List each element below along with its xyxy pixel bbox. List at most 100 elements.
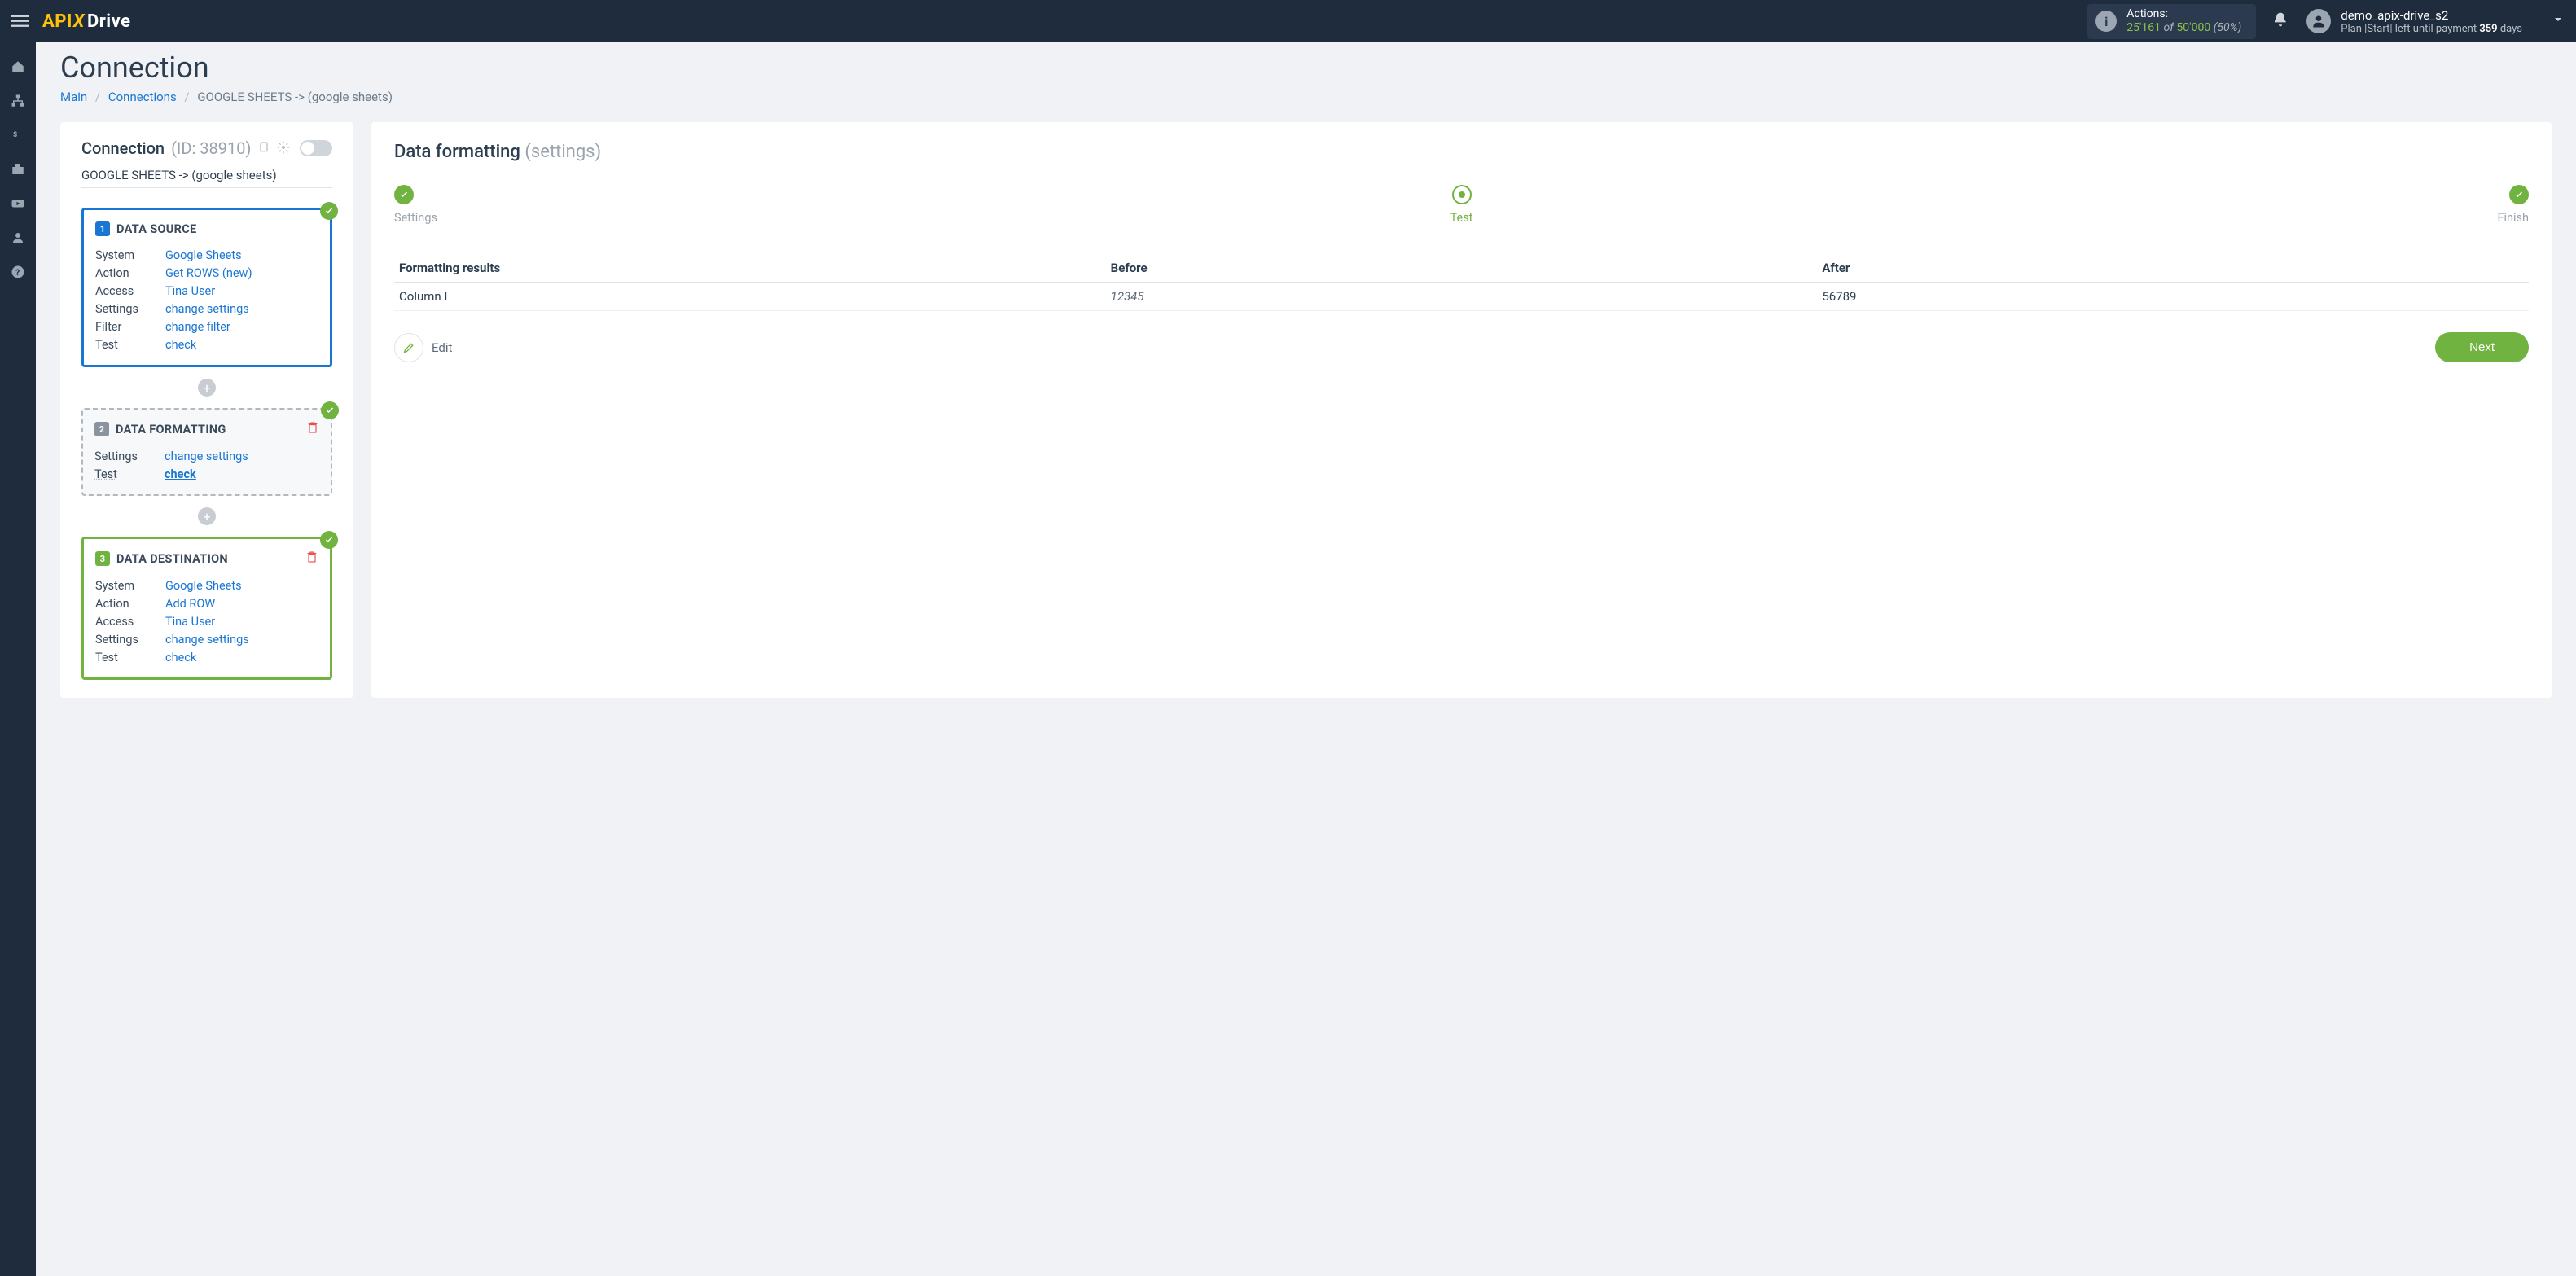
card-row: Testcheck xyxy=(95,648,318,666)
data-formatting-card: 2 DATA FORMATTING Settingschange setting… xyxy=(81,408,332,496)
avatar-icon xyxy=(2306,9,2331,33)
dest-access[interactable]: Tina User xyxy=(165,615,215,629)
formatting-title: Data formatting xyxy=(394,142,520,162)
add-step-button[interactable]: + xyxy=(198,507,216,525)
actions-used: 25'161 xyxy=(2126,21,2161,34)
add-step-button[interactable]: + xyxy=(198,379,216,397)
card-number: 2 xyxy=(94,422,109,436)
breadcrumb-connections[interactable]: Connections xyxy=(108,90,177,104)
dest-system[interactable]: Google Sheets xyxy=(165,579,242,593)
breadcrumb: Main / Connections / GOOGLE SHEETS -> (g… xyxy=(60,90,2552,104)
connection-toggle[interactable] xyxy=(300,140,332,156)
help-icon[interactable]: ? xyxy=(10,264,26,280)
sitemap-icon[interactable] xyxy=(10,93,26,109)
data-destination-card: 3 DATA DESTINATION SystemGoogle Sheets A… xyxy=(81,537,332,680)
step-settings-dot[interactable] xyxy=(394,185,414,204)
col-before: Before xyxy=(1106,254,1818,283)
cell-before: 12345 xyxy=(1106,283,1818,311)
breadcrumb-main[interactable]: Main xyxy=(60,90,87,104)
page-title: Connection xyxy=(60,50,2552,85)
card-row: ActionGet ROWS (new) xyxy=(95,264,318,282)
formatting-settings[interactable]: change settings xyxy=(165,449,248,463)
card-title: DATA SOURCE xyxy=(116,222,196,236)
step-progress: Settings Test Finish xyxy=(394,185,2529,225)
card-row: Settingschange settings xyxy=(94,447,319,465)
chevron-down-icon[interactable] xyxy=(2552,13,2565,29)
dollar-icon[interactable]: $ xyxy=(10,127,26,143)
svg-text:?: ? xyxy=(15,267,20,278)
col-after: After xyxy=(1817,254,2529,283)
actions-label: Actions: xyxy=(2126,7,2241,22)
source-action[interactable]: Get ROWS (new) xyxy=(165,266,252,280)
actions-counter[interactable]: i Actions: 25'161 of 50'000 (50%) xyxy=(2087,4,2256,39)
card-row: AccessTina User xyxy=(95,282,318,300)
formatting-panel: Data formatting (settings) Settings Test… xyxy=(371,122,2552,698)
cell-after: 56789 xyxy=(1817,283,2529,311)
copy-icon[interactable] xyxy=(257,138,270,158)
gear-icon[interactable] xyxy=(277,138,290,158)
formatting-test[interactable]: check xyxy=(165,467,196,481)
edit-label: Edit xyxy=(432,340,452,355)
source-settings[interactable]: change settings xyxy=(165,302,249,316)
logo-x: X xyxy=(73,11,85,32)
actions-pct: (50%) xyxy=(2214,21,2242,34)
user-menu[interactable]: demo_apix-drive_s2 Plan |Start| left unt… xyxy=(2306,8,2565,35)
logo-api: API xyxy=(42,11,72,32)
source-access[interactable]: Tina User xyxy=(165,284,215,298)
card-row: SystemGoogle Sheets xyxy=(95,246,318,264)
card-row: Settingschange settings xyxy=(95,630,318,648)
bell-icon[interactable] xyxy=(2272,11,2289,31)
next-button[interactable]: Next xyxy=(2435,332,2529,362)
user-icon[interactable] xyxy=(10,230,26,246)
card-row: ActionAdd ROW xyxy=(95,594,318,612)
home-icon[interactable] xyxy=(10,59,26,75)
connection-subtitle: GOOGLE SHEETS -> (google sheets) xyxy=(81,168,332,188)
hamburger-icon[interactable] xyxy=(11,12,31,30)
logo-drive: Drive xyxy=(87,11,131,32)
info-icon: i xyxy=(2095,11,2117,32)
edit-button[interactable]: Edit xyxy=(394,333,452,362)
connection-panel: Connection (ID: 38910) GOOGLE SHEETS -> … xyxy=(60,122,353,698)
top-header: API X Drive i Actions: 25'161 of 50'000 … xyxy=(0,0,2576,42)
col-results: Formatting results xyxy=(394,254,1106,283)
connection-title: Connection xyxy=(81,138,165,158)
dest-settings[interactable]: change settings xyxy=(165,633,249,647)
card-row: SystemGoogle Sheets xyxy=(95,577,318,594)
youtube-icon[interactable] xyxy=(10,195,26,212)
dest-action[interactable]: Add ROW xyxy=(165,597,215,611)
trash-icon[interactable] xyxy=(306,421,319,437)
card-number: 1 xyxy=(95,221,110,236)
check-icon xyxy=(320,531,338,549)
step-test-label: Test xyxy=(1450,211,1473,225)
step-test-dot[interactable] xyxy=(1452,185,1472,204)
sidebar-nav: $ ? xyxy=(0,42,36,1276)
results-table: Formatting results Before After Column I… xyxy=(394,254,2529,311)
pencil-icon xyxy=(394,333,423,362)
step-finish-label: Finish xyxy=(2497,211,2529,225)
card-number: 3 xyxy=(95,551,110,566)
card-title: DATA FORMATTING xyxy=(116,423,226,436)
data-source-card: 1 DATA SOURCE SystemGoogle Sheets Action… xyxy=(81,208,332,367)
card-title: DATA DESTINATION xyxy=(116,552,228,566)
actions-of: of xyxy=(2163,21,2173,34)
briefcase-icon[interactable] xyxy=(10,161,26,178)
check-icon xyxy=(321,401,339,419)
actions-limit: 50'000 xyxy=(2176,21,2210,34)
check-icon xyxy=(320,202,338,220)
source-system[interactable]: Google Sheets xyxy=(165,248,242,262)
card-row: AccessTina User xyxy=(95,612,318,630)
user-plan: Plan |Start| left until payment 359 days xyxy=(2341,23,2522,35)
dest-test[interactable]: check xyxy=(165,651,196,664)
card-row: Filterchange filter xyxy=(95,318,318,335)
table-row: Column I 12345 56789 xyxy=(394,283,2529,311)
formatting-subtitle: (settings) xyxy=(524,142,601,162)
step-finish-dot[interactable] xyxy=(2509,185,2529,204)
connection-id: (ID: 38910) xyxy=(171,138,251,158)
breadcrumb-current: GOOGLE SHEETS -> (google sheets) xyxy=(197,90,393,104)
svg-text:$: $ xyxy=(13,130,17,139)
source-filter[interactable]: change filter xyxy=(165,320,230,334)
trash-icon[interactable] xyxy=(305,550,318,567)
source-test[interactable]: check xyxy=(165,338,196,352)
logo[interactable]: API X Drive xyxy=(42,11,131,32)
step-settings-label: Settings xyxy=(394,211,437,225)
